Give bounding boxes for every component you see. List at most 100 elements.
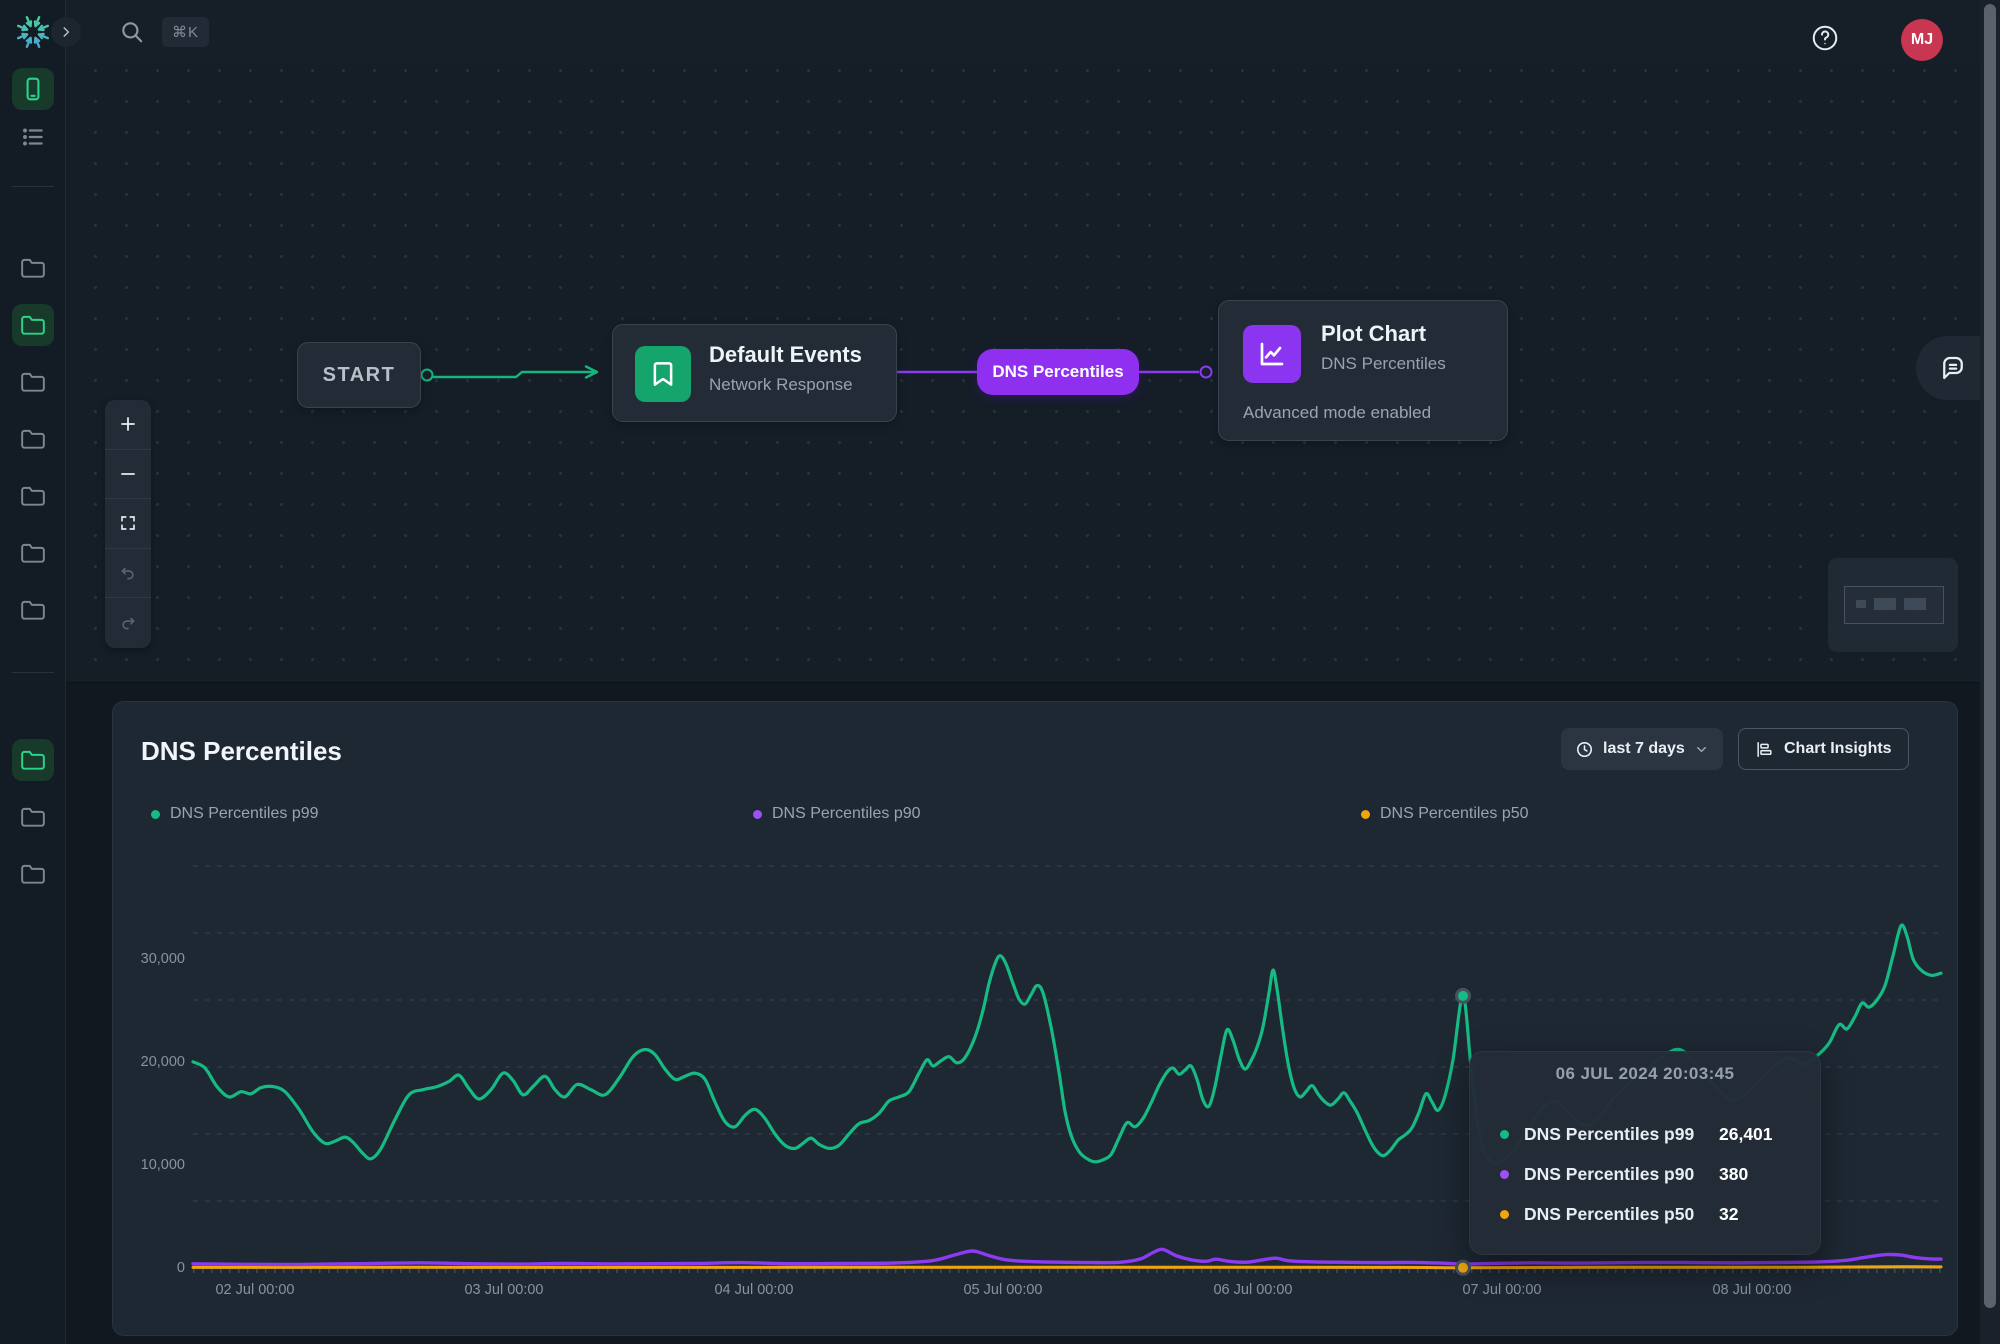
tooltip-row: DNS Percentiles p5032 <box>1470 1194 1820 1234</box>
folder-icon <box>20 804 46 830</box>
sidebar <box>0 0 66 1344</box>
node-title: Default Events <box>709 342 862 368</box>
topbar: ⌘K MJ <box>0 0 2000 64</box>
sidebar-folder-item[interactable] <box>12 418 54 460</box>
default-events-node[interactable]: Default Events Network Response <box>612 324 897 422</box>
folder-icon <box>20 255 46 281</box>
time-range-label: last 7 days <box>1603 740 1685 758</box>
legend-dot-green <box>151 810 160 819</box>
tooltip-header: 06 JUL 2024 20:03:45 <box>1470 1064 1820 1084</box>
chevron-right-icon <box>59 25 73 39</box>
legend-dot-orange <box>1361 810 1370 819</box>
app-window: ⌘K MJ <box>0 0 2000 1344</box>
redo-icon <box>119 614 137 632</box>
sidebar-folder-item-active[interactable] <box>12 304 54 346</box>
minus-icon <box>119 465 137 483</box>
clock-icon <box>1575 740 1594 759</box>
minimap-node <box>1856 600 1866 608</box>
tooltip-value: 26,401 <box>1719 1124 1773 1145</box>
x-axis-tick: 07 Jul 00:00 <box>1437 1280 1567 1300</box>
list-icon <box>20 124 46 150</box>
folder-icon <box>20 369 46 395</box>
tooltip-label: DNS Percentiles p50 <box>1524 1204 1719 1225</box>
sidebar-folder-item-active[interactable] <box>12 739 54 781</box>
dns-percentiles-pill[interactable]: DNS Percentiles <box>977 349 1139 395</box>
node-badge: Advanced mode enabled <box>1243 403 1431 423</box>
y-axis-tick: 10,000 <box>113 1155 185 1175</box>
legend-label: DNS Percentiles p99 <box>170 805 319 823</box>
y-axis-tick: 0 <box>113 1258 185 1278</box>
sidebar-folder-item[interactable] <box>12 589 54 631</box>
sidebar-collapse-button[interactable] <box>51 17 81 47</box>
tooltip-dot-green <box>1500 1130 1509 1139</box>
tooltip-row: DNS Percentiles p90380 <box>1470 1154 1820 1194</box>
flow-canvas[interactable]: START Default Events Network Response DN… <box>66 64 2000 683</box>
search-icon[interactable] <box>118 18 146 46</box>
scrollbar-thumb[interactable] <box>1984 4 1996 1308</box>
y-axis-tick: 20,000 <box>113 1052 185 1072</box>
tooltip-value: 32 <box>1719 1204 1738 1225</box>
chevron-down-icon <box>1694 742 1709 757</box>
canvas-toolbar <box>105 400 151 648</box>
sidebar-item-devices[interactable] <box>12 68 54 110</box>
tooltip-dot-orange <box>1500 1210 1509 1219</box>
plot-chart-node[interactable]: Plot Chart DNS Percentiles Advanced mode… <box>1218 300 1508 441</box>
undo-button[interactable] <box>105 549 151 599</box>
chart-insights-button[interactable]: Chart Insights <box>1738 728 1909 770</box>
sidebar-divider <box>12 672 54 673</box>
sidebar-folder-item[interactable] <box>12 796 54 838</box>
minimap-node <box>1904 598 1926 610</box>
logo-icon <box>13 12 53 52</box>
node-subtitle: DNS Percentiles <box>1321 354 1446 374</box>
legend-item-p90[interactable]: DNS Percentiles p90 <box>753 805 921 823</box>
x-axis-tick: 03 Jul 00:00 <box>439 1280 569 1300</box>
line-chart-icon <box>1243 325 1301 383</box>
insights-icon <box>1755 740 1774 759</box>
folder-icon <box>20 426 46 452</box>
scrollbar-track[interactable] <box>1980 0 2000 1344</box>
sidebar-folder-item[interactable] <box>12 247 54 289</box>
chart-insights-label: Chart Insights <box>1784 740 1892 758</box>
legend-item-p99[interactable]: DNS Percentiles p99 <box>151 805 319 823</box>
tooltip-label: DNS Percentiles p99 <box>1524 1124 1719 1145</box>
phone-icon <box>20 76 46 102</box>
minimap[interactable] <box>1828 558 1958 652</box>
x-axis-tick: 04 Jul 00:00 <box>689 1280 819 1300</box>
chart-tooltip: 06 JUL 2024 20:03:45 DNS Percentiles p99… <box>1469 1051 1821 1255</box>
chart-panel: DNS Percentiles last 7 days Chart Insigh… <box>112 701 1958 1336</box>
help-icon <box>1810 23 1840 53</box>
node-subtitle: Network Response <box>709 375 853 395</box>
help-button[interactable] <box>1808 21 1842 55</box>
legend-label: DNS Percentiles p50 <box>1380 805 1529 823</box>
sidebar-divider <box>12 186 54 187</box>
avatar[interactable]: MJ <box>1901 19 1943 61</box>
tooltip-value: 380 <box>1719 1164 1748 1185</box>
fit-view-button[interactable] <box>105 499 151 549</box>
legend-dot-purple <box>753 810 762 819</box>
redo-button[interactable] <box>105 598 151 648</box>
sidebar-folder-item[interactable] <box>12 361 54 403</box>
sidebar-item-list[interactable] <box>12 116 54 158</box>
bookmark-icon <box>635 346 691 402</box>
folder-icon <box>20 597 46 623</box>
folder-icon <box>20 483 46 509</box>
legend-item-p50[interactable]: DNS Percentiles p50 <box>1361 805 1529 823</box>
search-shortcut-badge: ⌘K <box>162 17 209 47</box>
legend-label: DNS Percentiles p90 <box>772 805 921 823</box>
sidebar-folder-item[interactable] <box>12 853 54 895</box>
plus-icon <box>119 415 137 433</box>
time-range-button[interactable]: last 7 days <box>1561 728 1723 770</box>
zoom-in-button[interactable] <box>105 400 151 450</box>
sidebar-folder-item[interactable] <box>12 532 54 574</box>
tooltip-row: DNS Percentiles p9926,401 <box>1470 1114 1820 1154</box>
sidebar-folder-item[interactable] <box>12 475 54 517</box>
zoom-out-button[interactable] <box>105 450 151 500</box>
chart-title: DNS Percentiles <box>141 736 342 767</box>
y-axis-tick: 30,000 <box>113 949 185 969</box>
folder-icon <box>20 312 46 338</box>
start-node[interactable]: START <box>297 342 421 408</box>
node-title: Plot Chart <box>1321 321 1426 347</box>
undo-icon <box>119 564 137 582</box>
x-axis-tick: 02 Jul 00:00 <box>190 1280 320 1300</box>
x-axis-tick: 06 Jul 00:00 <box>1188 1280 1318 1300</box>
